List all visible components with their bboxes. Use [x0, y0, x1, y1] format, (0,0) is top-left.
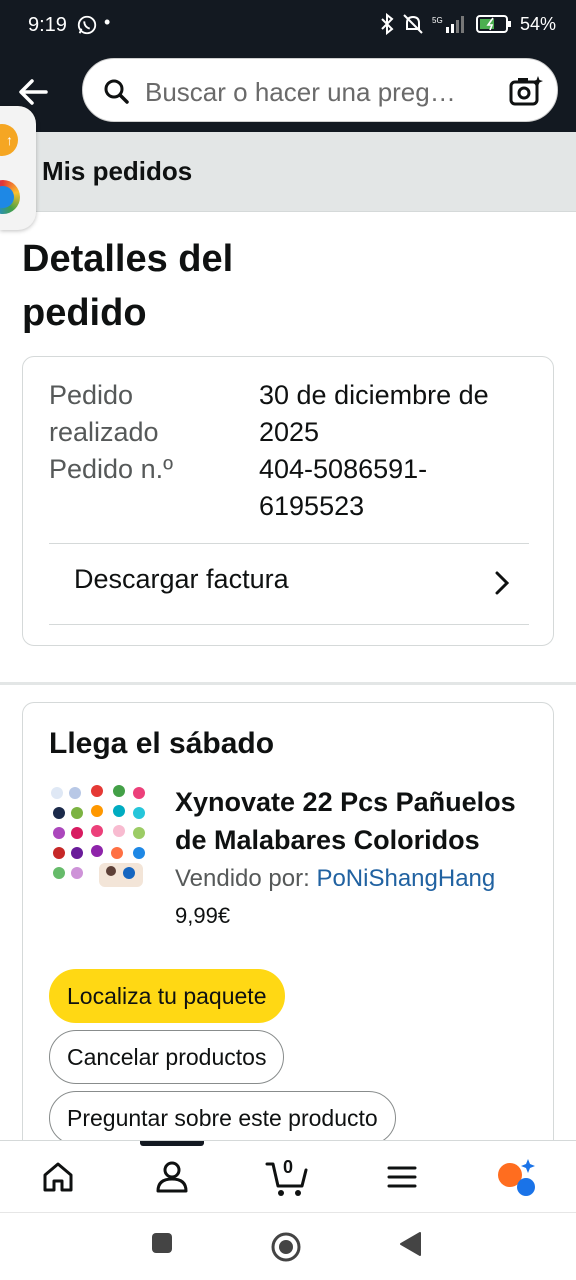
cancel-items-button[interactable]: Cancelar productos — [49, 1030, 285, 1084]
mute-icon — [403, 14, 423, 34]
recents-icon[interactable] — [150, 1231, 174, 1255]
search-icon — [104, 79, 129, 104]
floating-app-icon-2[interactable] — [0, 180, 20, 214]
ask-about-product-button[interactable]: Preguntar sobre este producto — [49, 1091, 396, 1145]
whatsapp-icon — [77, 15, 97, 35]
account-icon[interactable] — [150, 1155, 194, 1199]
order-placed-label: Pedido realizado — [49, 380, 159, 447]
system-navigation-bar — [0, 1212, 576, 1280]
order-summary-card: Pedido realizado 30 de diciembre de 2025… — [22, 356, 554, 646]
order-number-value: 404-5086591-6195523 — [259, 454, 428, 521]
seller-link[interactable]: PoNiShangHang — [316, 865, 495, 892]
page-title: Detalles del pedido — [22, 238, 234, 334]
cart-button[interactable]: 0 — [264, 1155, 308, 1199]
bottom-navigation: 0 — [0, 1140, 576, 1212]
bluetooth-icon — [381, 13, 394, 35]
status-bar: 9:19 • 5G 54% — [0, 0, 576, 52]
product-name[interactable]: Xynovate 22 Pcs Pañuelos de Malabares Co… — [175, 783, 535, 859]
back-triangle-icon[interactable] — [398, 1231, 422, 1257]
arrival-heading: Llega el sábado — [49, 727, 275, 760]
download-invoice-row[interactable]: Descargar factura — [49, 544, 529, 624]
menu-icon[interactable] — [380, 1155, 424, 1199]
camera-icon[interactable] — [509, 75, 543, 107]
order-placed-value: 30 de diciembre de 2025 — [259, 380, 489, 447]
search-input[interactable]: Buscar o hacer una preg… — [82, 58, 558, 122]
home-icon[interactable] — [36, 1155, 80, 1199]
search-placeholder: Buscar o hacer una preg… — [145, 77, 456, 107]
product-image[interactable] — [49, 783, 149, 889]
shipment-card: Llega el sábado Xynovate 22 Pcs Pañuelos… — [22, 702, 554, 1172]
chevron-right-icon — [495, 571, 510, 595]
breadcrumb-label: Mis pedidos — [42, 156, 193, 186]
signal-icon: 5G — [432, 16, 464, 33]
battery-icon — [475, 15, 511, 33]
svg-text:5G: 5G — [432, 16, 443, 25]
floating-app-icon[interactable]: ↑ — [0, 124, 18, 156]
track-package-button[interactable]: Localiza tu paquete — [49, 969, 285, 1023]
notification-dot: • — [104, 12, 111, 32]
section-separator — [0, 682, 576, 685]
active-tab-indicator — [140, 1141, 204, 1146]
seller-prefix: Vendido por: — [175, 865, 310, 892]
floating-bubble-widget[interactable]: ↑ — [0, 106, 36, 230]
search-header: Buscar o hacer una preg… — [0, 52, 576, 132]
battery-level: 54% — [519, 13, 556, 34]
cart-count: 0 — [283, 1157, 294, 1177]
divider — [49, 624, 529, 625]
status-icons: 5G 54% — [380, 13, 556, 35]
rufus-icon[interactable] — [494, 1155, 538, 1199]
order-number-label: Pedido n.º — [49, 454, 173, 484]
product-price: 9,99€ — [175, 903, 231, 928]
home-circle-icon[interactable] — [270, 1231, 302, 1263]
download-invoice-label: Descargar factura — [74, 564, 289, 594]
breadcrumb[interactable]: ‹ Mis pedidos — [0, 132, 576, 212]
status-time: 9:19 — [28, 14, 67, 36]
seller-info: Vendido por: PoNiShangHang — [175, 865, 495, 893]
